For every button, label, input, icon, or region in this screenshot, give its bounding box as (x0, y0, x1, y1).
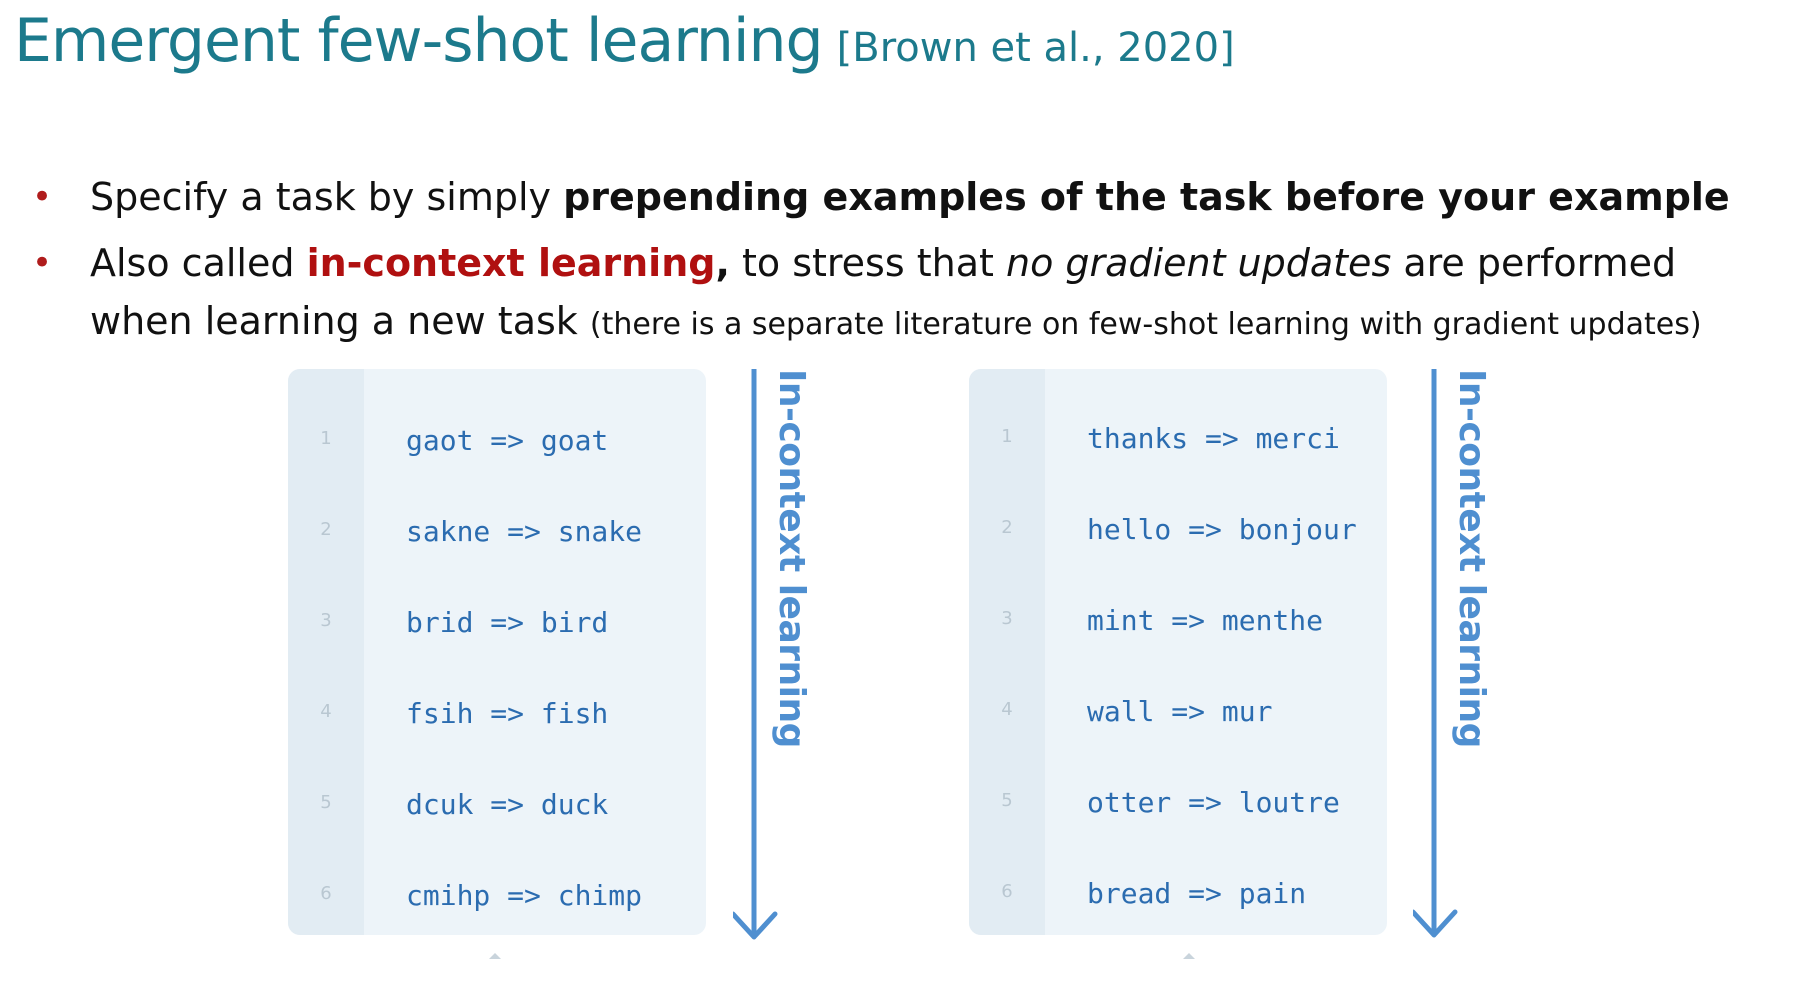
line-number: 6 (1001, 881, 1013, 902)
line-number: 1 (1001, 426, 1013, 447)
code-line: 5 otter => loutre (969, 784, 1387, 824)
code-text: sakne => snake (406, 515, 643, 548)
line-number: 4 (1001, 699, 1013, 720)
code-line: 3 brid => bird (288, 604, 706, 644)
bullet-2-highlight: in-context learning (306, 241, 716, 285)
code-line: 2 sakne => snake (288, 513, 706, 553)
line-number: 5 (1001, 790, 1013, 811)
bullet-dot-icon: • (32, 177, 53, 217)
code-text: otter => loutre (1087, 786, 1340, 819)
code-text: bread => pain (1087, 877, 1307, 910)
code-line: 1 gaot => goat (288, 422, 706, 462)
caret-up-icon (1183, 953, 1195, 959)
code-text: mint => menthe (1087, 604, 1324, 637)
line-number: 2 (1001, 517, 1013, 538)
bullet-2-text-mid: to stress that (729, 241, 1006, 285)
code-text: hello => bonjour (1087, 513, 1357, 546)
code-line: 3 mint => menthe (969, 602, 1387, 642)
line-number: 6 (320, 883, 332, 904)
caret-up-icon (489, 953, 501, 959)
code-text: dcuk => duck (406, 788, 609, 821)
bullet-dot-icon: • (32, 243, 53, 283)
line-number: 5 (320, 792, 332, 813)
bullet-2-note: (there is a separate literature on few-s… (589, 307, 1702, 342)
bullet-1-bold: prepending examples of the task before y… (563, 175, 1730, 219)
slide-title: Emergent few-shot learning [Brown et al.,… (14, 6, 1235, 76)
code-text: thanks => merci (1087, 422, 1340, 455)
code-text: gaot => goat (406, 424, 609, 457)
title-main: Emergent few-shot learning (14, 6, 824, 76)
code-line: 5 dcuk => duck (288, 786, 706, 826)
code-line: 2 hello => bonjour (969, 511, 1387, 551)
bullet-2-comma: , (715, 241, 730, 285)
in-context-flow-right: In-context learning (1413, 369, 1492, 944)
line-number: 3 (320, 610, 332, 631)
code-line: 6 bread => pain (969, 875, 1387, 915)
code-line: 4 fsih => fish (288, 695, 706, 735)
code-line: 6 cmihp => chimp (288, 877, 706, 917)
in-context-learning-label: In-context learning (1451, 369, 1492, 748)
code-text: cmihp => chimp (406, 879, 643, 912)
line-number: 3 (1001, 608, 1013, 629)
line-number: 4 (320, 701, 332, 722)
in-context-flow-left: In-context learning (733, 369, 812, 944)
bullet-2-italic: no gradient updates (1005, 241, 1392, 285)
bullet-item-1: • Specify a task by simply prepending ex… (32, 168, 1772, 226)
code-panel-misspellings: 1 gaot => goat 2 sakne => snake 3 brid =… (288, 369, 706, 935)
in-context-learning-label: In-context learning (771, 369, 812, 748)
code-panel-translation: 1 thanks => merci 2 hello => bonjour 3 m… (969, 369, 1387, 935)
code-text: wall => mur (1087, 695, 1273, 728)
line-number: 2 (320, 519, 332, 540)
bullet-list: • Specify a task by simply prepending ex… (32, 168, 1772, 362)
bullet-2-text-pre: Also called (90, 241, 307, 285)
bullet-1-text: Specify a task by simply (90, 175, 564, 219)
bullet-item-2: • Also called in-context learning, to st… (32, 234, 1772, 354)
code-line: 4 wall => mur (969, 693, 1387, 733)
code-text: brid => bird (406, 606, 609, 639)
title-citation: [Brown et al., 2020] (836, 25, 1235, 71)
code-line: 1 thanks => merci (969, 420, 1387, 460)
code-text: fsih => fish (406, 697, 609, 730)
line-number: 1 (320, 428, 332, 449)
